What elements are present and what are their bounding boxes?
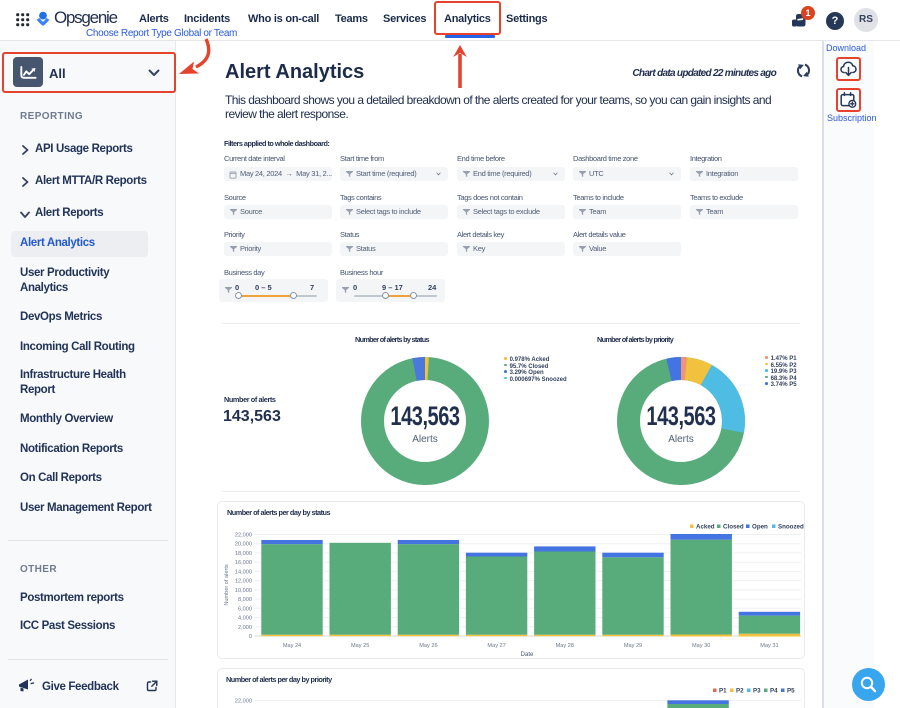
svg-text:0: 0 [249,634,252,640]
svg-text:May 29: May 29 [624,643,642,649]
svg-text:May 24: May 24 [283,643,301,649]
svg-text:4,000: 4,000 [238,616,252,622]
svg-text:P3: P3 [753,688,761,695]
svg-text:May 28: May 28 [556,643,574,649]
svg-text:Acked: Acked [696,524,715,531]
svg-text:P1: P1 [719,688,727,695]
svg-text:May 27: May 27 [487,643,505,649]
svg-text:Number of alerts per day by st: Number of alerts per day by status [227,508,330,517]
svg-text:Open: Open [752,524,768,531]
svg-text:20,000: 20,000 [235,542,252,548]
svg-text:Closed: Closed [723,524,744,531]
svg-text:Date: Date [521,652,534,658]
svg-text:Number of alerts: Number of alerts [224,564,230,606]
svg-text:Snoozed: Snoozed [778,524,804,531]
svg-text:May 31: May 31 [760,643,778,649]
svg-text:10,000: 10,000 [235,588,252,594]
svg-text:P2: P2 [736,688,744,695]
svg-text:8,000: 8,000 [238,597,252,603]
svg-text:May 26: May 26 [419,643,437,649]
svg-text:May 30: May 30 [692,643,710,649]
svg-text:P5: P5 [787,688,795,695]
svg-text:16,000: 16,000 [235,560,252,566]
svg-text:P4: P4 [770,688,778,695]
svg-text:Number of alerts per day by pr: Number of alerts per day by priority [226,675,333,684]
svg-text:6,000: 6,000 [238,606,252,612]
svg-text:May 25: May 25 [351,643,369,649]
svg-text:22,000: 22,000 [235,699,252,705]
svg-text:2,000: 2,000 [238,625,252,631]
svg-text:22,000: 22,000 [235,533,252,539]
svg-text:18,000: 18,000 [235,551,252,557]
svg-text:14,000: 14,000 [235,569,252,575]
svg-text:12,000: 12,000 [235,579,252,585]
